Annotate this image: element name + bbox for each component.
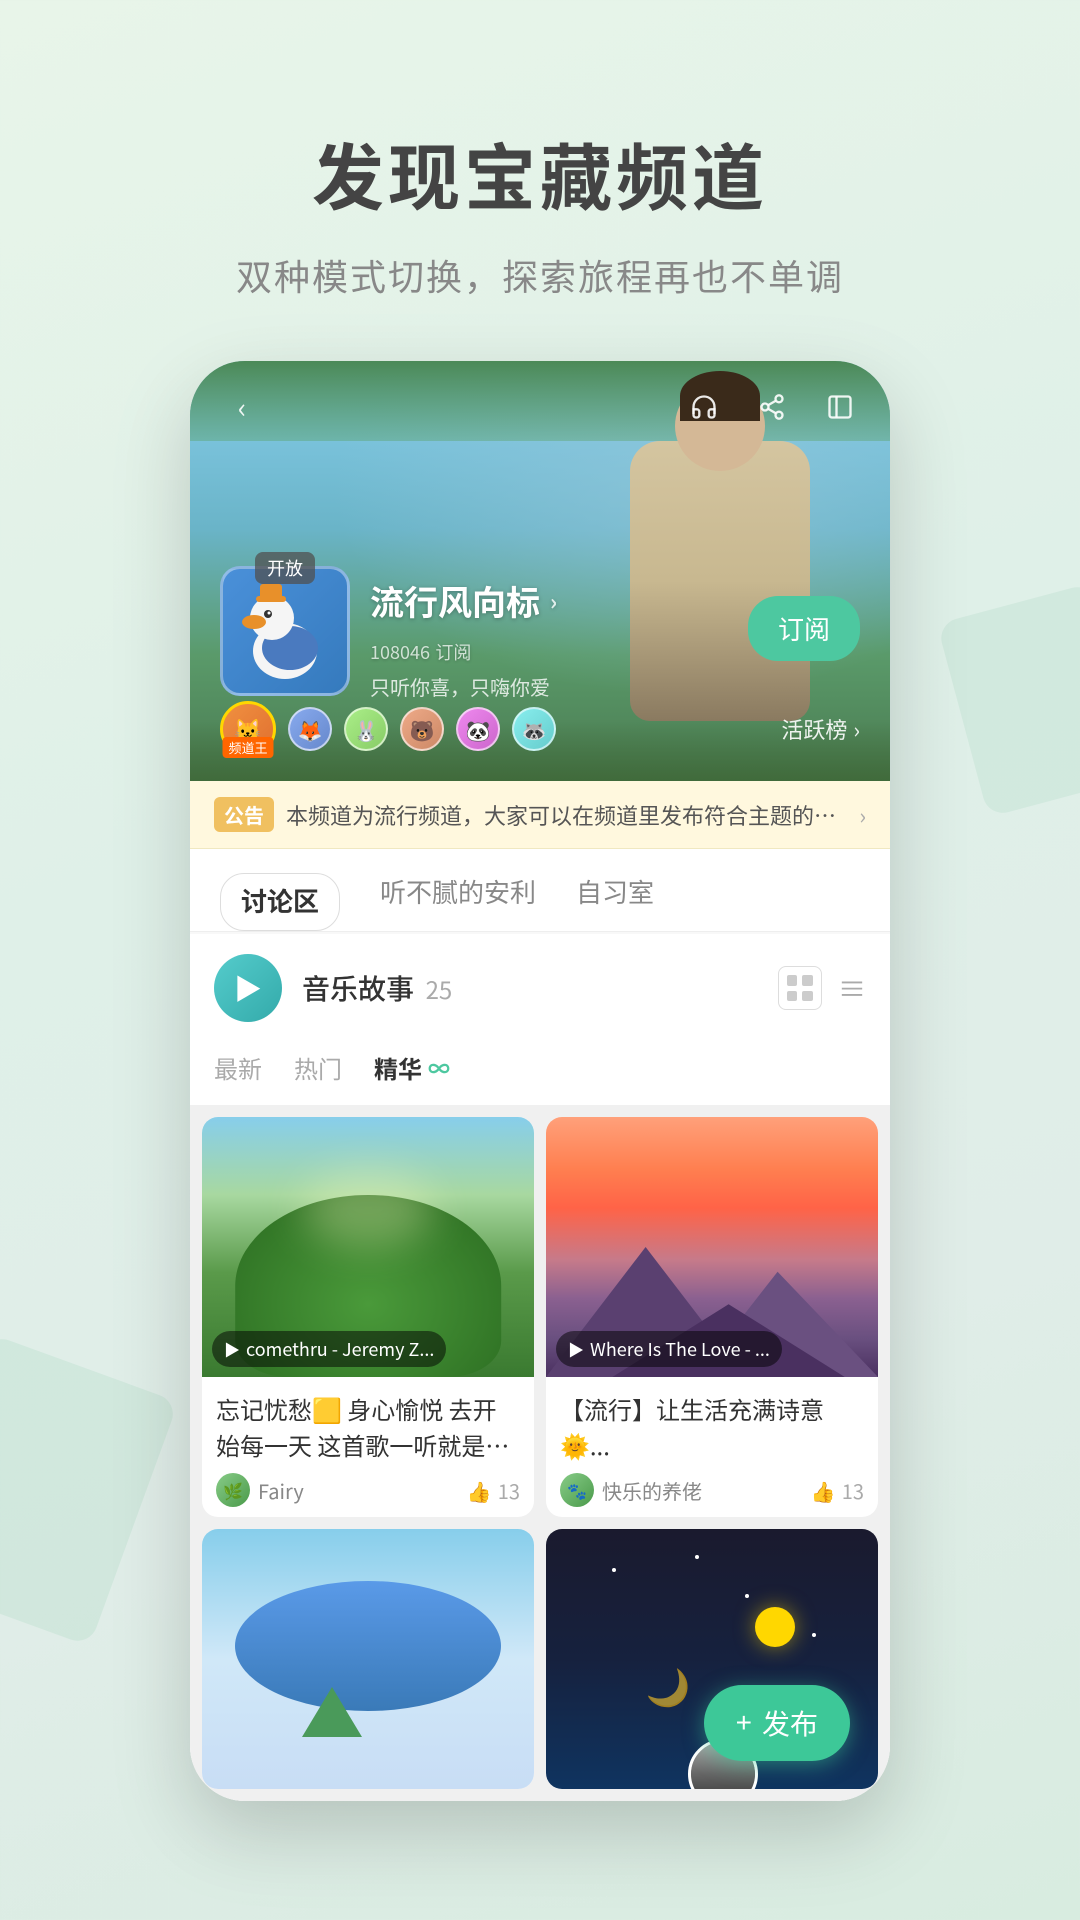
post-image-1: ▶ comethru - Jeremy Z...: [202, 1117, 534, 1377]
tab-study[interactable]: 自习室: [576, 873, 654, 931]
channel-info: 开放: [220, 566, 557, 701]
member-avatar-5: 🦝: [512, 707, 556, 751]
tab-discussion[interactable]: 讨论区: [220, 873, 340, 931]
like-icon-2: 👍: [811, 1476, 836, 1505]
music-tag-1: ▶ comethru - Jeremy Z...: [212, 1331, 446, 1367]
main-title: 发现宝藏频道: [236, 120, 844, 225]
member-avatar-4: 🐼: [456, 707, 500, 751]
author-avatar-1: 🌿: [216, 1473, 250, 1507]
post-footer-2: 🐾 快乐的养佬 👍 13: [560, 1473, 864, 1507]
announcement-arrow: ›: [859, 799, 866, 831]
open-badge: 开放: [255, 552, 315, 584]
music-section: ▶ 音乐故事 25 ≡: [190, 934, 890, 1042]
creator-badge: 频道王: [222, 737, 273, 758]
post-image-2: ▶ Where Is The Love - ...: [546, 1117, 878, 1377]
header-section: 发现宝藏频道 双种模式切换，探索旅程再也不单调: [236, 120, 844, 301]
channel-subs: 108046 订阅: [370, 631, 557, 666]
filter-best[interactable]: 精华 ∞: [374, 1050, 450, 1085]
creator-avatar: 🐱 频道王: [220, 701, 276, 757]
post-footer-1: 🌿 Fairy 👍 13: [216, 1473, 520, 1507]
play-icon-1: ▶: [224, 1337, 240, 1361]
channel-avatar: [220, 566, 350, 696]
headphone-icon[interactable]: [684, 387, 724, 427]
publish-label: 发布: [762, 1703, 818, 1743]
nav-icons: [684, 387, 860, 427]
sky-bg: [202, 1529, 534, 1789]
play-icon-2: ▶: [568, 1337, 584, 1361]
filter-icon[interactable]: ≡: [838, 968, 866, 1008]
like-icon-1: 👍: [467, 1476, 492, 1505]
publish-button[interactable]: + 发布: [704, 1685, 850, 1761]
post-author-1: 🌿 Fairy: [216, 1473, 304, 1507]
author-name-2: 快乐的养佬: [602, 1476, 702, 1505]
author-avatar-2: 🐾: [560, 1473, 594, 1507]
tabs-bar: 讨论区 听不腻的安利 自习室: [190, 849, 890, 932]
music-title: 音乐故事: [302, 968, 414, 1008]
announcement-tag: 公告: [214, 797, 274, 832]
grid-dot-4: [802, 991, 813, 1002]
grid-dot-2: [802, 975, 813, 986]
music-title-wrap: 音乐故事 25: [302, 968, 452, 1008]
subscribe-button[interactable]: 订阅: [748, 596, 860, 661]
forest-light: [302, 1169, 435, 1247]
phone-mockup: ‹: [190, 361, 890, 1801]
bg-decoration-left: [0, 1334, 178, 1647]
filter-hot[interactable]: 热门: [294, 1050, 342, 1085]
filter-tabs: 最新 热门 精华 ∞: [190, 1042, 890, 1105]
channel-nav: ‹: [190, 385, 890, 429]
post-meta-2: 【流行】让生活充满诗意🌞... 🐾 快乐的养佬 👍 13: [546, 1377, 878, 1517]
active-members: 🐱 频道王 🦊 🐰 🐻 🐼 🦝 活跃榜 ›: [190, 701, 890, 757]
bg-decoration-right: [937, 583, 1080, 818]
member-avatar-2: 🐰: [344, 707, 388, 751]
tab-recommend[interactable]: 听不腻的安利: [380, 873, 536, 931]
share-icon[interactable]: [752, 387, 792, 427]
post-image-3: [202, 1529, 534, 1789]
member-avatar-3: 🐻: [400, 707, 444, 751]
triangle-shape: [302, 1687, 362, 1737]
channel-name: 流行风向标 ›: [370, 576, 557, 625]
announcement-text: 本频道为流行频道，大家可以在频道里发布符合主题的内容...: [286, 799, 847, 831]
grid-dot-1: [787, 975, 798, 986]
post-likes-1: 👍 13: [467, 1476, 520, 1505]
filter-latest[interactable]: 最新: [214, 1050, 262, 1085]
channel-text: 流行风向标 › 108046 订阅 只听你喜，只嗨你爱: [370, 566, 557, 701]
post-meta-1: 忘记忧愁🟨 身心愉悦 去开始每一天 这首歌一听就是很... 🌿 Fairy 👍 …: [202, 1377, 534, 1517]
channel-name-arrow: ›: [550, 585, 557, 617]
infinity-symbol: ∞: [428, 1052, 450, 1084]
post-card-1[interactable]: ▶ comethru - Jeremy Z... 忘记忧愁🟨 身心愉悦 去开始每…: [202, 1117, 534, 1517]
star-4: [695, 1555, 699, 1559]
post-author-2: 🐾 快乐的养佬: [560, 1473, 702, 1507]
star-1: [612, 1568, 616, 1572]
publish-plus: +: [736, 1707, 752, 1739]
channel-desc: 只听你喜，只嗨你爱: [370, 672, 557, 701]
sub-title: 双种模式切换，探索旅程再也不单调: [236, 249, 844, 301]
grid-dot-3: [787, 991, 798, 1002]
play-circle[interactable]: ▶: [214, 954, 282, 1022]
music-right: ≡: [778, 966, 866, 1010]
channel-avatar-wrap: 开放: [220, 566, 350, 696]
post-likes-2: 👍 13: [811, 1476, 864, 1505]
music-tag-2: ▶ Where Is The Love - ...: [556, 1331, 782, 1367]
member-avatar-1: 🦊: [288, 707, 332, 751]
anime-character: [630, 441, 810, 721]
music-left: ▶ 音乐故事 25: [214, 954, 452, 1022]
post-title-2: 【流行】让生活充满诗意🌞...: [560, 1391, 864, 1463]
grid-view-icon[interactable]: [778, 966, 822, 1010]
author-name-1: Fairy: [258, 1476, 304, 1505]
back-button[interactable]: ‹: [220, 385, 264, 429]
menu-icon[interactable]: [820, 387, 860, 427]
star-3: [812, 1633, 816, 1637]
star-2: [745, 1594, 749, 1598]
post-title-1: 忘记忧愁🟨 身心愉悦 去开始每一天 这首歌一听就是很...: [216, 1391, 520, 1463]
post-card-2[interactable]: ▶ Where Is The Love - ... 【流行】让生活充满诗意🌞..…: [546, 1117, 878, 1517]
content-area: 讨论区 听不腻的安利 自习室 ▶ 音乐故事 25 ≡: [190, 849, 890, 1801]
announcement-bar[interactable]: 公告 本频道为流行频道，大家可以在频道里发布符合主题的内容... ›: [190, 781, 890, 849]
active-label: 活跃榜 ›: [781, 713, 860, 745]
post-card-3[interactable]: [202, 1529, 534, 1789]
channel-header: ‹: [190, 361, 890, 781]
music-count: 25: [426, 971, 453, 1006]
moon-shape: [755, 1607, 795, 1647]
char-body: [630, 441, 810, 721]
